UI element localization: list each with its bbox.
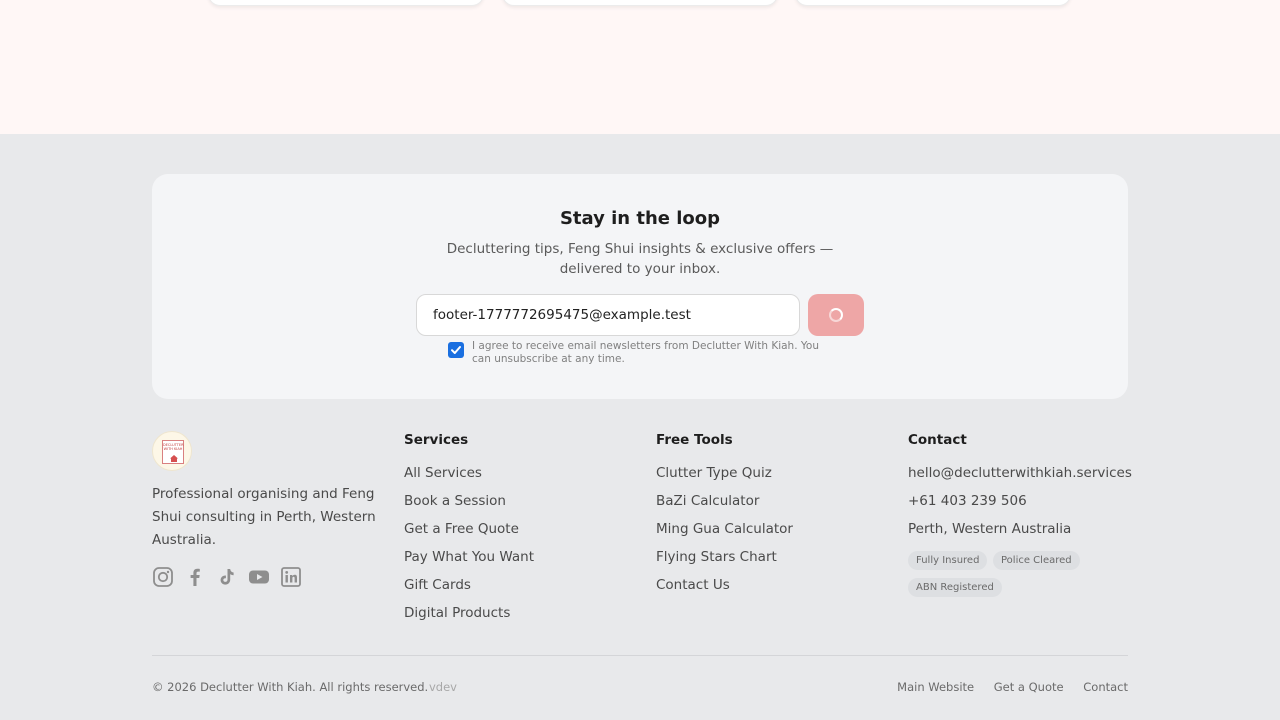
newsletter-signup: Stay in the loop Decluttering tips, Feng… xyxy=(152,174,1128,399)
free-tools-list: Clutter Type Quiz BaZi Calculator Ming G… xyxy=(656,463,793,603)
services-link-pay-what-you-want[interactable]: Pay What You Want xyxy=(404,547,534,575)
tools-link-clutter-quiz[interactable]: Clutter Type Quiz xyxy=(656,463,793,491)
tools-link-flying-stars-chart[interactable]: Flying Stars Chart xyxy=(656,547,793,575)
contact-list: hello@declutterwithkiah.services +61 403… xyxy=(908,463,1132,547)
facebook-icon[interactable] xyxy=(184,566,206,588)
youtube-icon[interactable] xyxy=(248,566,270,588)
tools-link-bazi-calculator[interactable]: BaZi Calculator xyxy=(656,491,793,519)
newsletter-subtitle: Decluttering tips, Feng Shui insights & … xyxy=(446,241,834,277)
badge-police-cleared: Police Cleared xyxy=(993,551,1080,570)
version-label: vdev xyxy=(429,680,457,694)
loading-spinner-icon xyxy=(829,308,843,322)
copyright-text: © 2026 Declutter With Kiah. All rights r… xyxy=(152,680,429,694)
tools-link-contact-us[interactable]: Contact Us xyxy=(656,575,793,603)
newsletter-email-input[interactable] xyxy=(416,294,800,336)
instagram-icon[interactable] xyxy=(152,566,174,588)
footer-bottom-links: Main Website Get a Quote Contact xyxy=(881,680,1128,694)
consent-checkbox[interactable] xyxy=(448,342,464,358)
services-link-all-services[interactable]: All Services xyxy=(404,463,534,491)
contact-phone-link[interactable]: +61 403 239 506 xyxy=(908,491,1132,519)
services-list: All Services Book a Session Get a Free Q… xyxy=(404,463,534,631)
previous-section xyxy=(0,0,1280,134)
services-heading: Services xyxy=(404,432,469,448)
tools-link-ming-gua-calculator[interactable]: Ming Gua Calculator xyxy=(656,519,793,547)
contact-email-link[interactable]: hello@declutterwithkiah.services xyxy=(908,463,1132,491)
logo-text: DECLUTTER WITH KIAH xyxy=(163,443,184,451)
tiktok-icon[interactable] xyxy=(216,566,238,588)
footer-divider xyxy=(152,655,1128,656)
card-bottom-edge xyxy=(795,0,1071,6)
brand-logo[interactable]: DECLUTTER WITH KIAH xyxy=(152,431,192,471)
linkedin-icon[interactable] xyxy=(280,566,302,588)
free-tools-heading: Free Tools xyxy=(656,432,733,448)
house-icon xyxy=(170,455,178,462)
services-link-digital-products[interactable]: Digital Products xyxy=(404,603,534,631)
consent-label: I agree to receive email newsletters fro… xyxy=(472,340,819,365)
logo-mark: DECLUTTER WITH KIAH xyxy=(162,440,184,464)
brand-about: Professional organising and Feng Shui co… xyxy=(152,486,376,548)
services-link-book-session[interactable]: Book a Session xyxy=(404,491,534,519)
footer-link-contact[interactable]: Contact xyxy=(1083,680,1128,694)
newsletter-submit-button[interactable] xyxy=(808,294,864,336)
badge-abn-registered: ABN Registered xyxy=(908,578,1002,597)
newsletter-title: Stay in the loop xyxy=(559,208,721,229)
card-bottom-edge xyxy=(502,0,778,6)
badge-fully-insured: Fully Insured xyxy=(908,551,988,570)
footer-link-main-website[interactable]: Main Website xyxy=(897,680,974,694)
contact-heading: Contact xyxy=(908,432,967,448)
footer-link-get-quote[interactable]: Get a Quote xyxy=(994,680,1064,694)
services-link-gift-cards[interactable]: Gift Cards xyxy=(404,575,534,603)
card-bottom-edge xyxy=(208,0,484,6)
services-link-free-quote[interactable]: Get a Free Quote xyxy=(404,519,534,547)
contact-location: Perth, Western Australia xyxy=(908,521,1072,537)
